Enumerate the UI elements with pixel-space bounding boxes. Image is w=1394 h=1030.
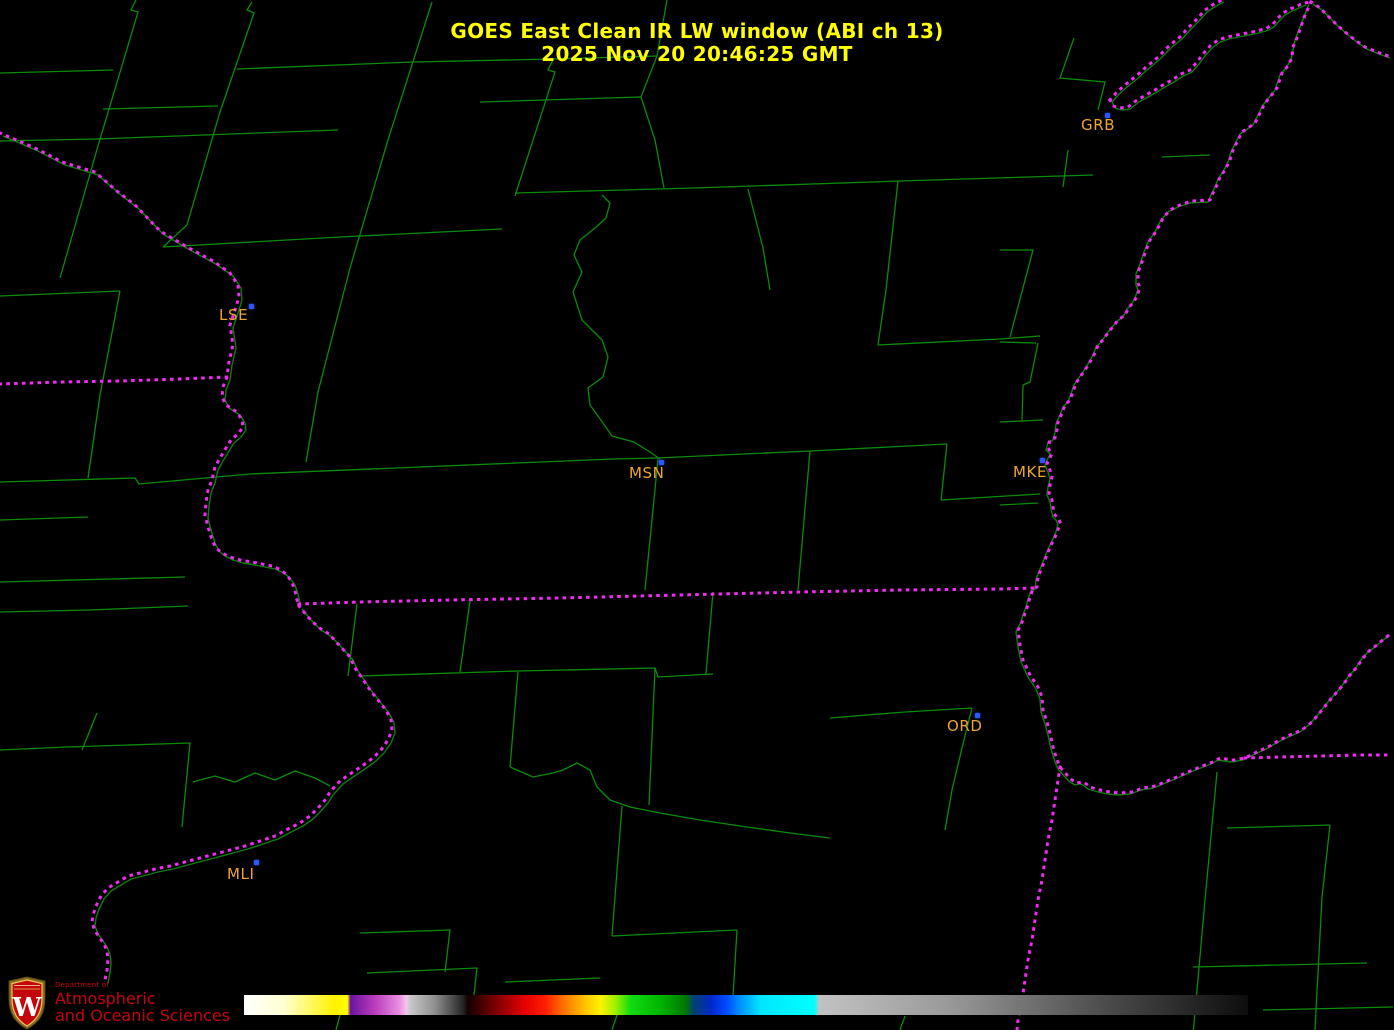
ir-enhancement-colorbar [244, 995, 1248, 1015]
logo-line-1: Atmospheric [55, 989, 156, 1008]
uw-crest-icon: W [8, 976, 46, 1030]
station-label-GRB: GRB [1081, 116, 1116, 134]
station-dot-MLI [254, 860, 259, 865]
station-label-MKE: MKE [1013, 463, 1048, 481]
svg-text:W: W [11, 993, 42, 1023]
station-label-LSE: LSE [219, 306, 249, 324]
shoreline-green-layer [2, 1, 1391, 984]
station-dot-LSE [249, 304, 254, 309]
logo-dept-line: Department of [55, 981, 109, 989]
logo-text: Department of Atmospheric and Oceanic Sc… [55, 982, 230, 1024]
map-lines [0, 0, 1394, 1030]
title-line-1: GOES East Clean IR LW window (ABI ch 13) [450, 19, 944, 43]
satellite-map-screen: GOES East Clean IR LW window (ABI ch 13)… [0, 0, 1394, 1030]
image-title: GOES East Clean IR LW window (ABI ch 13)… [0, 20, 1394, 66]
station-label-MSN: MSN [629, 464, 665, 482]
title-line-2: 2025 Nov 20 20:46:25 GMT [541, 42, 853, 66]
logo-line-2: and Oceanic Sciences [55, 1006, 231, 1025]
uw-aos-logo: W Department of Atmospheric and Oceanic … [6, 976, 236, 1030]
station-label-ORD: ORD [947, 717, 983, 735]
station-label-MLI: MLI [227, 865, 255, 883]
